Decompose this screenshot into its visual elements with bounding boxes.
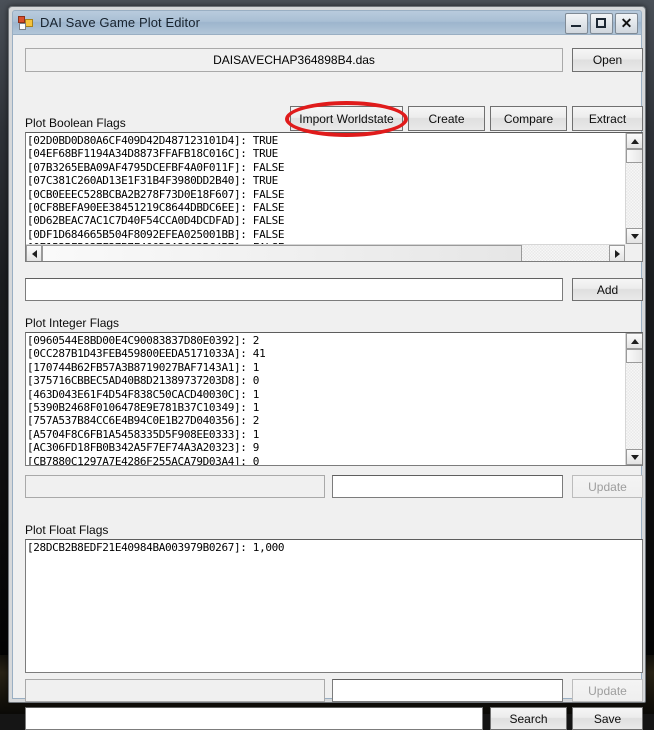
scroll-right-arrow-icon[interactable]	[609, 245, 625, 261]
list-item[interactable]: [04EF68BF1194A34D8873FFAFB18C016C]: TRUE	[27, 147, 625, 160]
list-item[interactable]: [0D62BEAC7AC1C7D40F54CCA0D4DCDFAD]: FALS…	[27, 214, 625, 227]
save-button[interactable]: Save	[572, 707, 643, 730]
title-bar[interactable]: DAI Save Game Plot Editor ✕	[12, 10, 642, 35]
minimize-button[interactable]	[565, 13, 588, 34]
window-controls: ✕	[565, 13, 638, 34]
list-item[interactable]: [463D043E61F4D54F838C50CACD40030C]: 1	[27, 388, 625, 401]
file-path-field[interactable]: DAISAVECHAP364898B4.das	[25, 48, 563, 72]
integer-key-input[interactable]	[25, 475, 325, 498]
float-update-button[interactable]: Update	[572, 679, 643, 702]
close-button[interactable]: ✕	[615, 13, 638, 34]
integer-update-button[interactable]: Update	[572, 475, 643, 498]
plot-boolean-flags-label: Plot Boolean Flags	[25, 116, 126, 130]
integer-flags-list[interactable]: [0960544E8BD00E4C90083837D80E0392]: 2 [0C…	[25, 332, 643, 466]
maximize-button[interactable]	[590, 13, 613, 34]
list-item[interactable]: [757A537B84CC6E4B94C0E1B27D040356]: 2	[27, 414, 625, 427]
application-window: DAI Save Game Plot Editor ✕ DAISAVECHAP3…	[8, 6, 646, 730]
scroll-track[interactable]	[626, 349, 642, 449]
scroll-thumb[interactable]	[42, 245, 522, 261]
search-input[interactable]	[25, 707, 483, 730]
boolean-add-input[interactable]	[25, 278, 563, 301]
boolean-list-horizontal-scrollbar[interactable]	[26, 244, 625, 261]
plot-float-flags-label: Plot Float Flags	[25, 523, 109, 537]
create-button[interactable]: Create	[408, 106, 485, 131]
list-item[interactable]: [0DF1D684665B504F8092EFEA025001BB]: FALS…	[27, 228, 625, 241]
integer-value-input[interactable]	[332, 475, 563, 498]
float-flags-list[interactable]: [28DCB2B8EDF21E40984BA003979B0267]: 1,00…	[25, 539, 643, 673]
list-item[interactable]: [5390B2468F0106478E9E781B37C10349]: 1	[27, 401, 625, 414]
application-form-icon	[18, 15, 34, 31]
boolean-list-vertical-scrollbar[interactable]	[625, 133, 642, 244]
boolean-flags-list[interactable]: [02D0BD0D80A6CF409D42D487123101D4]: TRUE…	[25, 132, 643, 262]
integer-list-vertical-scrollbar[interactable]	[625, 333, 642, 465]
list-item[interactable]: [07C381C260AD13E1F31B4F3980DD2B40]: TRUE	[27, 174, 625, 187]
list-item[interactable]: [28DCB2B8EDF21E40984BA003979B0267]: 1,00…	[27, 541, 642, 554]
float-flags-rows: [28DCB2B8EDF21E40984BA003979B0267]: 1,00…	[26, 540, 642, 672]
boolean-add-button[interactable]: Add	[572, 278, 643, 301]
compare-button[interactable]: Compare	[490, 106, 567, 131]
list-item[interactable]: [0CF8BEFA90EE38451219C8644DBDC6EE]: FALS…	[27, 201, 625, 214]
scrollbar-corner	[625, 244, 642, 261]
list-item[interactable]: [AC306FD18FB0B342A5F7EF74A3A20323]: 9	[27, 441, 625, 454]
list-item[interactable]: [375716CBBEC5AD40B8D21389737203D8]: 0	[27, 374, 625, 387]
scroll-left-arrow-icon[interactable]	[26, 245, 42, 261]
integer-flags-rows: [0960544E8BD00E4C90083837D80E0392]: 2 [0C…	[26, 333, 625, 465]
plot-integer-flags-label: Plot Integer Flags	[25, 316, 120, 330]
list-item[interactable]: [A5704F8C6FB1A5458335D5F908EE0333]: 1	[27, 428, 625, 441]
boolean-flags-rows: [02D0BD0D80A6CF409D42D487123101D4]: TRUE…	[26, 133, 625, 244]
list-item[interactable]: [0CC287B1D43FEB459800EEDA5171033A]: 41	[27, 347, 625, 360]
window-title: DAI Save Game Plot Editor	[40, 15, 201, 30]
scroll-down-arrow-icon[interactable]	[626, 228, 642, 244]
list-item[interactable]: [170744B62FB57A3B8719027BAF7143A1]: 1	[27, 361, 625, 374]
scroll-up-arrow-icon[interactable]	[626, 333, 642, 349]
list-item[interactable]: [0960544E8BD00E4C90083837D80E0392]: 2	[27, 334, 625, 347]
scroll-thumb[interactable]	[626, 349, 642, 363]
client-area: DAISAVECHAP364898B4.das Open Import Worl…	[12, 35, 643, 730]
close-icon: ✕	[620, 15, 633, 31]
scroll-thumb[interactable]	[626, 149, 642, 163]
import-worldstate-button[interactable]: Import Worldstate	[290, 106, 403, 131]
list-item[interactable]: [02D0BD0D80A6CF409D42D487123101D4]: TRUE	[27, 134, 625, 147]
list-item[interactable]: [0CB0EEEC528BCBA2B278F73D0E18F607]: FALS…	[27, 188, 625, 201]
list-item[interactable]: [07B3265EBA09AF4795DCEFBF4A0F011F]: FALS…	[27, 161, 625, 174]
open-button[interactable]: Open	[572, 48, 643, 72]
list-item[interactable]: [CB7880C1297A7E4286F255ACA79D03A4]: 0	[27, 455, 625, 465]
extract-button[interactable]: Extract	[572, 106, 643, 131]
scroll-up-arrow-icon[interactable]	[626, 133, 642, 149]
float-value-input[interactable]	[332, 679, 563, 702]
float-key-input[interactable]	[25, 679, 325, 702]
scroll-down-arrow-icon[interactable]	[626, 449, 642, 465]
search-button[interactable]: Search	[490, 707, 567, 730]
file-path-value: DAISAVECHAP364898B4.das	[213, 53, 375, 67]
